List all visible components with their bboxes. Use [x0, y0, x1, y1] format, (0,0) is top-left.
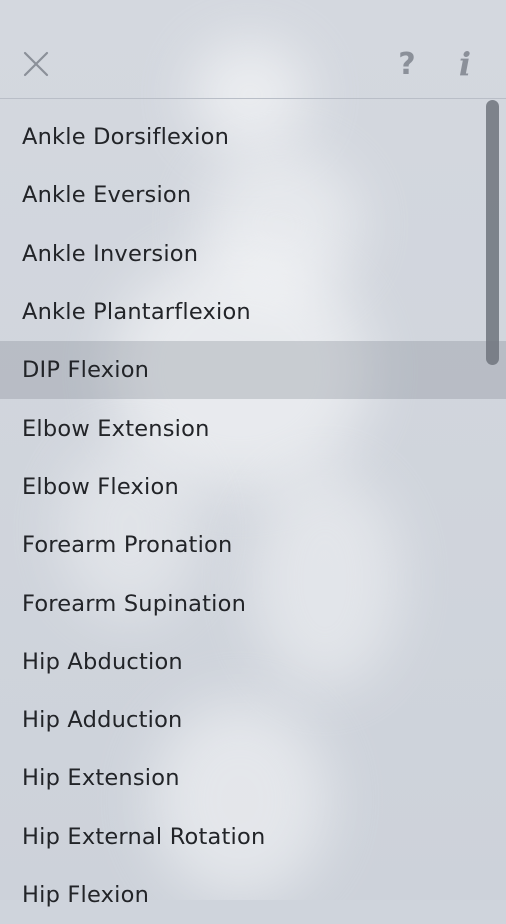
- list-item-elbow-extension[interactable]: Elbow Extension: [0, 399, 506, 457]
- list-item-hip-extension[interactable]: Hip Extension: [0, 749, 506, 807]
- list-item-ankle-dorsiflexion[interactable]: Ankle Dorsiflexion: [0, 108, 506, 166]
- list-item-label: Ankle Inversion: [22, 240, 199, 267]
- list-item-label: Elbow Extension: [22, 415, 210, 442]
- list-item-label: Ankle Dorsiflexion: [22, 124, 230, 151]
- list-item-hip-flexion[interactable]: Hip Flexion: [0, 866, 506, 924]
- list-item-hip-abduction[interactable]: Hip Abduction: [0, 633, 506, 691]
- list-item-hip-external-rotation[interactable]: Hip External Rotation: [0, 808, 506, 866]
- list-item-label: Hip Flexion: [22, 882, 150, 908]
- close-icon: [23, 51, 49, 77]
- list-item-elbow-flexion[interactable]: Elbow Flexion: [0, 458, 506, 516]
- list-item-ankle-plantarflexion[interactable]: Ankle Plantarflexion: [0, 283, 506, 341]
- list-item-hip-adduction[interactable]: Hip Adduction: [0, 691, 506, 749]
- list-item-dip-flexion[interactable]: DIP Flexion: [0, 341, 506, 400]
- close-button[interactable]: [11, 38, 61, 90]
- list-item-forearm-supination[interactable]: Forearm Supination: [0, 574, 506, 632]
- scrollbar-thumb[interactable]: [486, 100, 499, 365]
- list-item-label: Hip Abduction: [22, 648, 183, 675]
- list-item-label: Forearm Supination: [22, 590, 247, 617]
- movement-list: Ankle Dorsiflexion Ankle Eversion Ankle …: [0, 108, 506, 924]
- list-item-forearm-pronation[interactable]: Forearm Pronation: [0, 516, 506, 574]
- list-item-label: Hip Adduction: [22, 707, 183, 734]
- list-item-label: Hip External Rotation: [22, 823, 266, 850]
- list-item-label: DIP Flexion: [22, 357, 150, 384]
- list-item-ankle-eversion[interactable]: Ankle Eversion: [0, 166, 506, 224]
- info-icon: i: [458, 45, 472, 83]
- list-item-label: Ankle Plantarflexion: [22, 299, 251, 326]
- info-button[interactable]: i: [440, 38, 490, 90]
- list-item-label: Hip Extension: [22, 765, 180, 792]
- question-mark-icon: ?: [398, 46, 416, 82]
- list-item-ankle-inversion[interactable]: Ankle Inversion: [0, 225, 506, 283]
- help-button[interactable]: ?: [382, 38, 432, 90]
- list-item-label: Ankle Eversion: [22, 182, 192, 209]
- header-bar: ? i: [0, 0, 506, 99]
- list-item-label: Forearm Pronation: [22, 532, 233, 559]
- list-item-label: Elbow Flexion: [22, 473, 179, 500]
